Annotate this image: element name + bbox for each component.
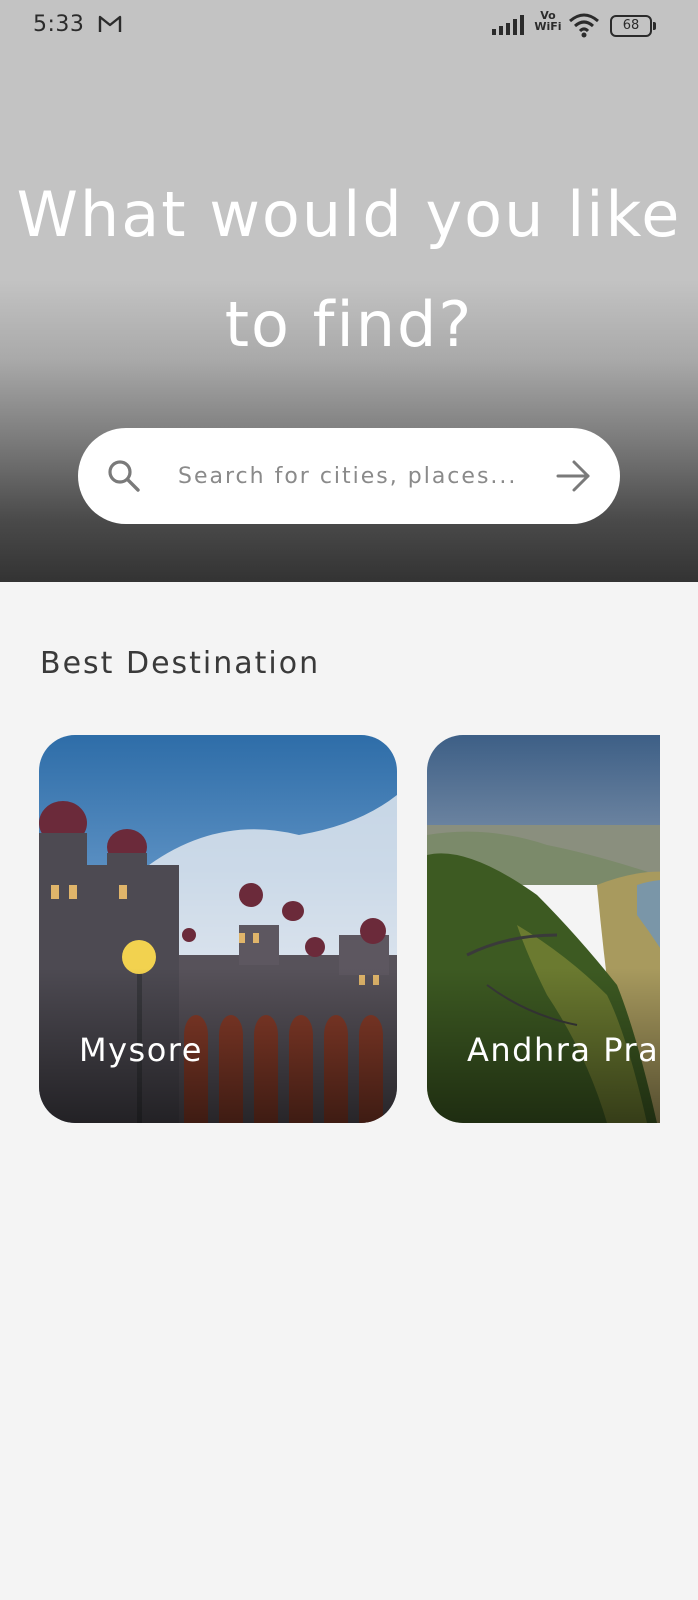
destination-label: Andhra Prad: [467, 1031, 660, 1069]
arrow-right-icon[interactable]: [554, 458, 592, 494]
section-title: Best Destination: [40, 646, 321, 681]
search-bar[interactable]: [78, 428, 620, 524]
hero-title-line1: What would you like: [16, 178, 682, 251]
battery-level: 68: [610, 15, 652, 37]
battery-icon: 68: [610, 15, 656, 37]
status-bar: 5:33 Vo WiFi 68: [0, 0, 698, 52]
wifi-icon: [569, 13, 599, 38]
destination-label: Mysore: [79, 1031, 203, 1069]
search-icon[interactable]: [106, 458, 142, 494]
hero-title-line2: to find?: [224, 288, 474, 361]
hero-header: 5:33 Vo WiFi 68 What would you like to fi…: [0, 0, 698, 582]
signal-icon: [492, 15, 524, 35]
hero-title: What would you like to find?: [0, 160, 698, 380]
destination-card-mysore[interactable]: Mysore: [39, 735, 397, 1123]
destination-card-andhra-pradesh[interactable]: Andhra Prad: [427, 735, 660, 1123]
gmail-icon: [98, 15, 122, 32]
destination-carousel[interactable]: Mysore Andhra Prad: [39, 735, 660, 1123]
search-input[interactable]: [178, 456, 538, 496]
vowifi-label: Vo WiFi: [534, 9, 562, 33]
status-time: 5:33: [33, 12, 85, 37]
